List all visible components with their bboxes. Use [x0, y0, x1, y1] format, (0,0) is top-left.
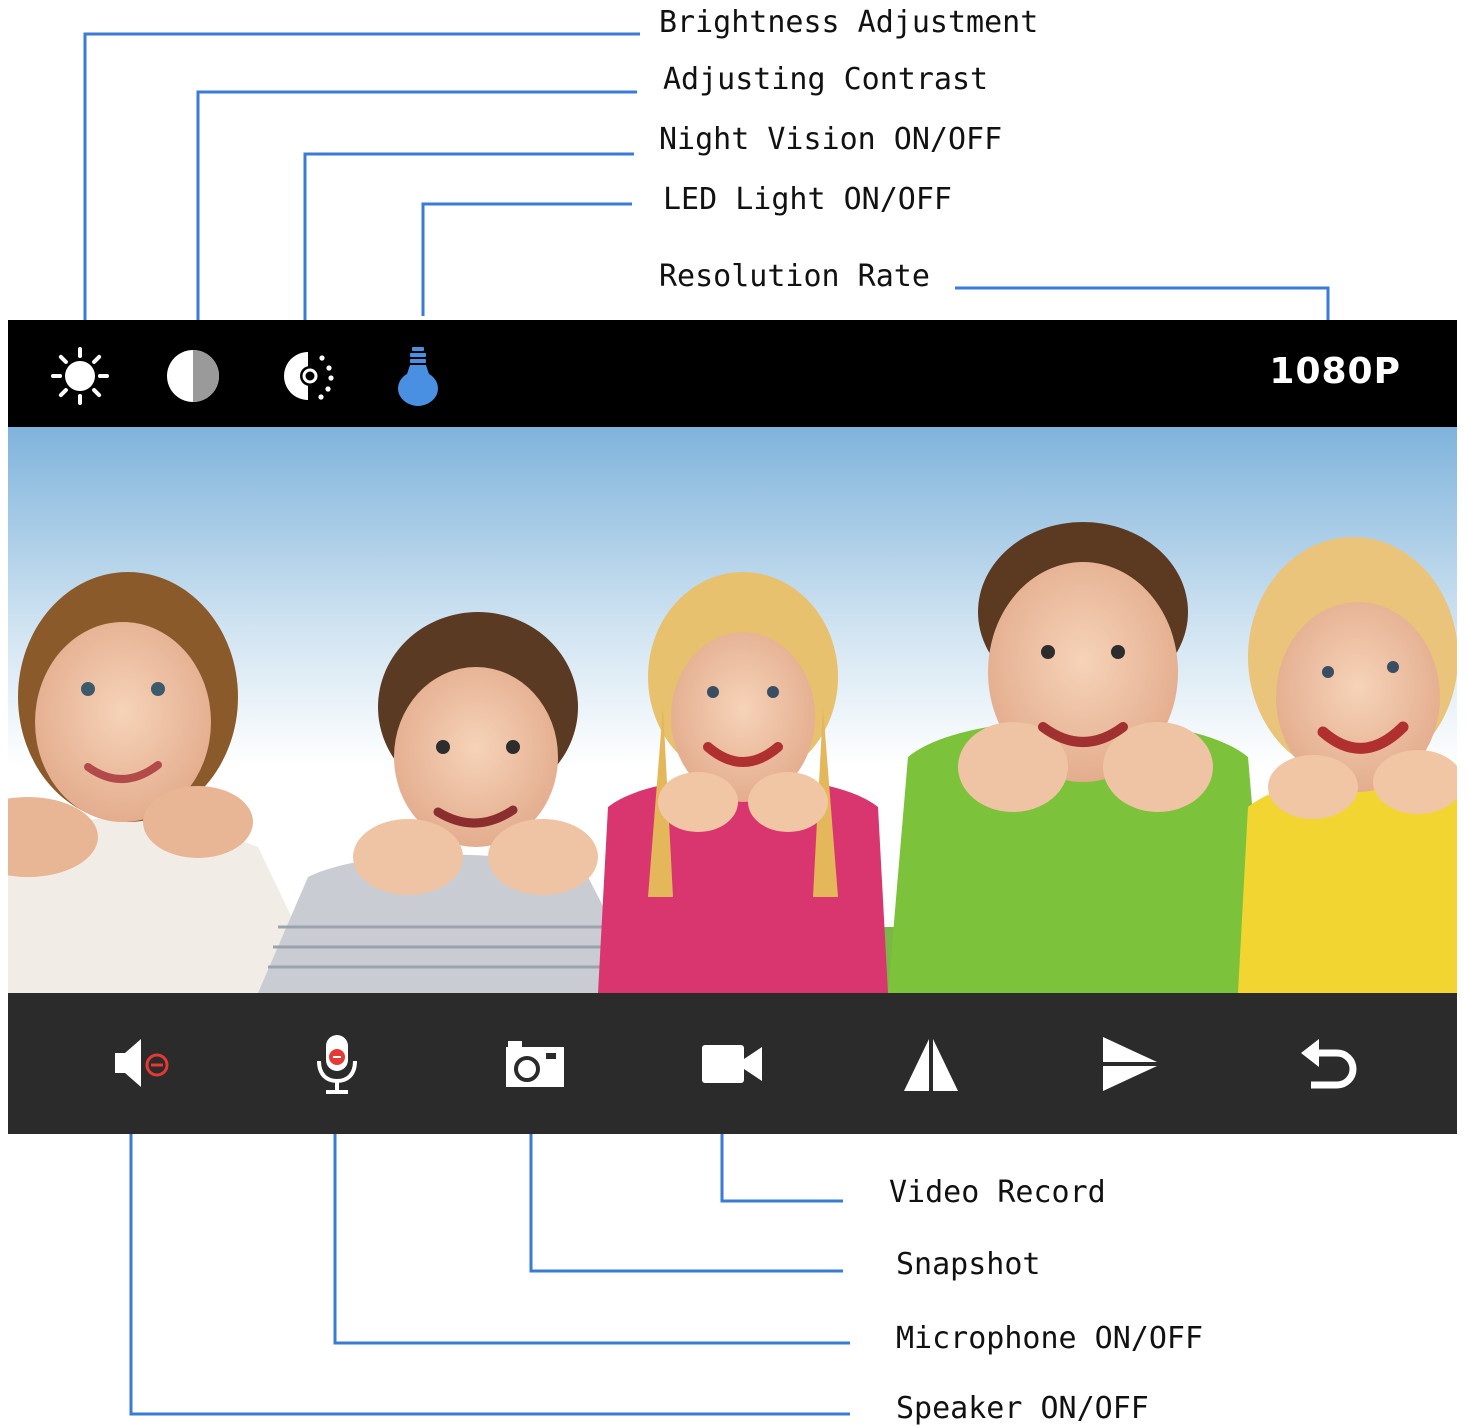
leader-brightness	[83, 32, 640, 320]
label-night-vision: Night Vision ON/OFF	[659, 122, 1003, 157]
resolution-rate[interactable]: 1080P	[1269, 351, 1401, 392]
label-adjusting-contrast: Adjusting Contrast	[663, 62, 989, 97]
video-camera-icon	[702, 1045, 762, 1083]
leader-speaker	[129, 1101, 850, 1416]
camera-live-view	[8, 427, 1457, 993]
night-vision-button[interactable]	[274, 344, 338, 408]
flip-horizontal-icon	[904, 1039, 958, 1091]
flip-vertical-icon	[1103, 1037, 1157, 1091]
microphone-toggle-button[interactable]	[302, 1029, 372, 1099]
night-vision-icon	[284, 352, 334, 400]
camera-icon	[506, 1041, 564, 1087]
label-led-light: LED Light ON/OFF	[663, 182, 952, 217]
flip-horizontal-button[interactable]	[896, 1029, 966, 1099]
leader-night-vision	[303, 152, 634, 320]
microphone-icon	[317, 1035, 357, 1094]
video-record-button[interactable]	[698, 1029, 768, 1099]
top-toolbar: 1080P	[8, 320, 1457, 427]
flip-vertical-button[interactable]	[1093, 1029, 1163, 1099]
contrast-icon	[167, 350, 219, 402]
bulb-icon	[398, 347, 438, 406]
speaker-muted-icon	[115, 1039, 169, 1087]
label-microphone: Microphone ON/OFF	[896, 1321, 1204, 1356]
speaker-toggle-button[interactable]	[105, 1029, 175, 1099]
label-brightness-adjustment: Brightness Adjustment	[659, 5, 1039, 40]
led-light-button[interactable]	[386, 344, 450, 408]
label-video-record: Video Record	[889, 1175, 1106, 1210]
leader-resolution	[955, 286, 1330, 322]
back-icon	[1301, 1039, 1357, 1089]
label-resolution-rate: Resolution Rate	[659, 259, 930, 294]
label-speaker: Speaker ON/OFF	[896, 1391, 1149, 1426]
bottom-toolbar	[8, 993, 1457, 1134]
camera-image	[8, 427, 1457, 993]
back-button[interactable]	[1291, 1029, 1361, 1099]
contrast-button[interactable]	[161, 344, 225, 408]
leader-contrast	[196, 90, 637, 320]
leader-led	[421, 202, 632, 316]
label-snapshot: Snapshot	[896, 1247, 1041, 1282]
brightness-button[interactable]	[48, 344, 112, 408]
sun-icon	[51, 347, 109, 405]
leader-microphone	[333, 1108, 850, 1345]
snapshot-button[interactable]	[500, 1029, 570, 1099]
